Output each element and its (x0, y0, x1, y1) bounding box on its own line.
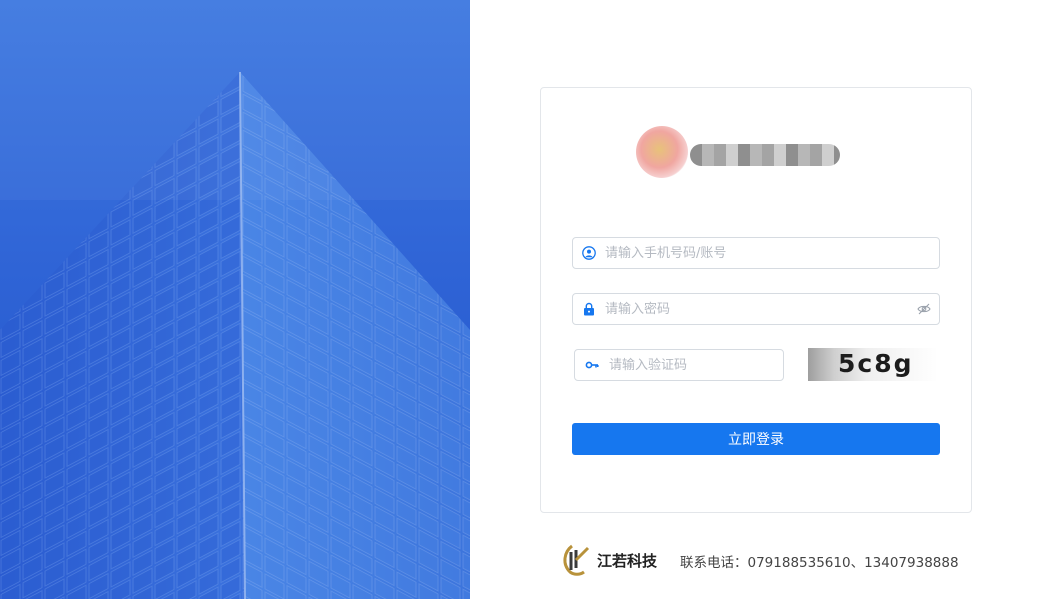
password-field[interactable] (572, 293, 940, 325)
username-input[interactable] (605, 238, 925, 268)
user-icon (582, 246, 596, 260)
captcha-field[interactable] (574, 349, 784, 381)
lock-icon (584, 302, 594, 316)
building-illustration (0, 0, 470, 599)
footer: 江若科技 联系电话：079188535610、13407938888 (558, 540, 1018, 580)
password-input[interactable] (605, 294, 905, 324)
key-icon (585, 361, 599, 369)
company-logo (636, 126, 842, 178)
username-field[interactable] (572, 237, 940, 269)
brand-name: 江若科技 (597, 552, 658, 570)
contact-phone: 联系电话：079188535610、13407938888 (680, 555, 959, 571)
eye-off-icon[interactable] (917, 302, 931, 316)
captcha-image[interactable]: 5c8g (808, 348, 938, 381)
login-button[interactable]: 立即登录 (572, 423, 940, 455)
brand-logo-icon (563, 544, 590, 576)
hero-building-image (0, 0, 470, 599)
login-card: 5c8g 立即登录 (540, 87, 972, 513)
captcha-input[interactable] (609, 350, 777, 380)
captcha-text: 5c8g (838, 349, 914, 378)
